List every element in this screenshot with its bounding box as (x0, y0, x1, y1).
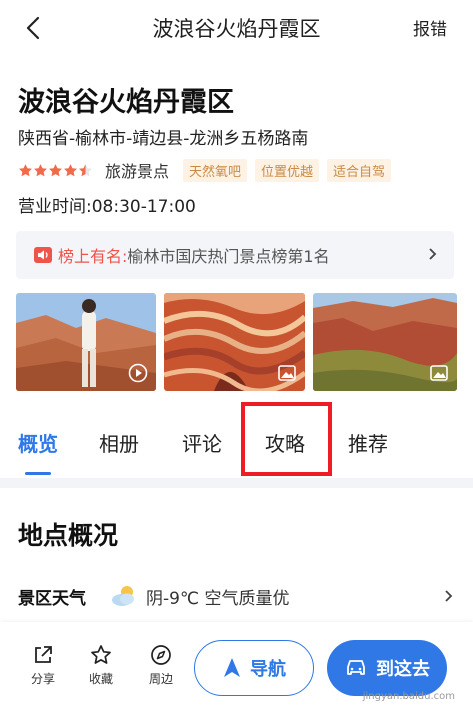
favorite-button[interactable]: 收藏 (81, 644, 121, 687)
annotation-highlight-box (241, 402, 332, 476)
cloud-sun-icon (112, 586, 134, 606)
active-tab-indicator (25, 472, 51, 475)
navigate-label: 导航 (250, 659, 286, 680)
tab-reviews[interactable]: 评论 (182, 428, 222, 457)
star-icon (64, 163, 77, 176)
photo-thumbnail[interactable] (313, 293, 457, 391)
photo-strip (16, 293, 457, 391)
tab-overview[interactable]: 概览 (18, 428, 58, 457)
poi-category: 旅游景点 (105, 162, 170, 181)
ranking-prefix: 榜上有名: (58, 247, 128, 266)
bottom-action-bar: 分享 收藏 周边 导航 到这去 jingyan.baidu.com (0, 622, 473, 708)
image-icon (278, 365, 296, 381)
star-rating (18, 163, 93, 178)
weather-label: 景区天气 (18, 588, 86, 609)
chevron-right-icon (429, 248, 437, 260)
watermark: jingyan.baidu.com (362, 691, 455, 702)
star-icon (49, 163, 62, 176)
poi-tag: 位置优越 (255, 158, 320, 182)
chevron-right-icon (445, 590, 453, 602)
nearby-label: 周边 (148, 672, 173, 686)
photo-thumbnail[interactable] (16, 293, 156, 391)
rating-row: 旅游景点 天然氧吧 位置优越 适合自驾 (18, 158, 399, 182)
ranking-banner[interactable]: 榜上有名: 榆林市国庆热门景点榜第1名 (16, 231, 454, 279)
star-icon (34, 163, 47, 176)
star-icon (19, 163, 32, 176)
poi-name: 波浪谷火焰丹霞区 (18, 87, 234, 118)
report-button[interactable]: 报错 (413, 15, 447, 40)
nearby-button[interactable]: 周边 (141, 644, 181, 687)
favorite-label: 收藏 (88, 672, 113, 686)
star-icon (91, 645, 111, 664)
image-icon (430, 365, 448, 381)
share-label: 分享 (30, 672, 55, 686)
section-title: 地点概况 (18, 521, 119, 550)
navigate-button[interactable]: 导航 (194, 640, 314, 696)
weather-row[interactable]: 景区天气 阴-9℃ 空气质量优 (18, 582, 458, 610)
tab-recommend[interactable]: 推荐 (348, 428, 388, 457)
tab-bar: 概览 相册 评论 攻略 推荐 (0, 420, 473, 476)
section-divider (0, 478, 473, 488)
poi-address: 陕西省-榆林市-靖边县-龙洲乡五杨路南 (18, 129, 309, 149)
opening-hours: 营业时间:08:30-17:00 (18, 197, 196, 217)
tab-album[interactable]: 相册 (99, 428, 139, 457)
navigation-arrow-icon (224, 658, 240, 677)
half-star-icon (79, 163, 92, 176)
weather-text: 阴-9℃ 空气质量优 (146, 588, 290, 609)
poi-tag: 适合自驾 (327, 158, 392, 182)
photo-thumbnail[interactable] (164, 293, 305, 391)
page-title: 波浪谷火焰丹霞区 (152, 17, 321, 41)
go-here-label: 到这去 (376, 659, 430, 680)
share-icon (35, 646, 52, 663)
go-here-button[interactable]: 到这去 (327, 640, 447, 696)
speaker-icon (34, 247, 52, 263)
ranking-text: 榆林市国庆热门景点榜第1名 (127, 247, 330, 266)
poi-tag: 天然氧吧 (183, 158, 248, 182)
share-button[interactable]: 分享 (23, 644, 63, 687)
car-icon (347, 660, 365, 675)
play-icon (128, 363, 148, 383)
compass-icon (151, 645, 171, 665)
top-bar: 波浪谷火焰丹霞区 报错 (0, 0, 473, 56)
